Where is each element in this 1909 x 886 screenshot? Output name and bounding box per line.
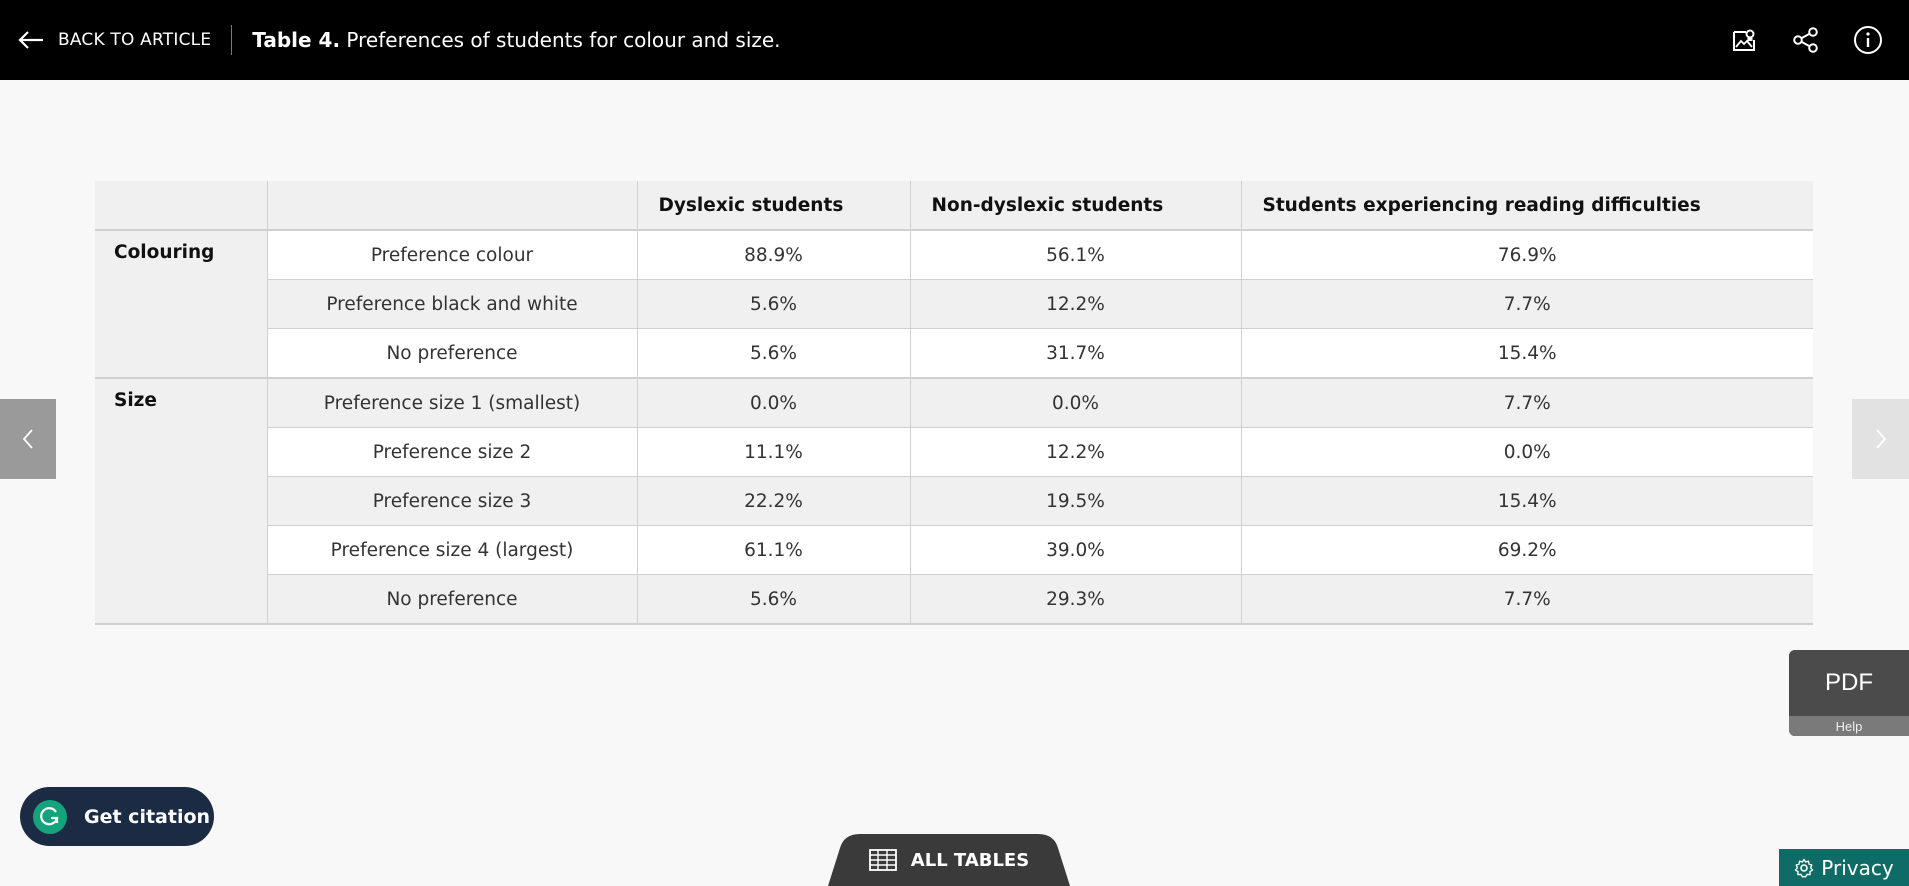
- group-label-size: Size: [95, 378, 267, 625]
- get-citation-label: Get citation: [84, 805, 211, 828]
- back-to-article-label: BACK TO ARTICLE: [58, 30, 212, 50]
- row-label: Preference colour: [266, 230, 637, 280]
- row-label: No preference: [266, 574, 637, 625]
- table-row: Preference size 3 22.2% 19.5% 15.4%: [95, 476, 1813, 526]
- table-cell: 5.6%: [636, 328, 910, 379]
- header-actions: [1713, 0, 1909, 80]
- pdf-label: PDF: [1789, 650, 1909, 716]
- page-title: Table 4. Preferences of students for col…: [252, 28, 780, 52]
- previous-table-button[interactable]: [0, 399, 56, 479]
- table-cell: 11.1%: [636, 427, 910, 477]
- table-grid-icon: [868, 849, 897, 871]
- all-tables-button[interactable]: ALL TABLES: [828, 834, 1070, 886]
- table-row: Preference black and white 5.6% 12.2% 7.…: [95, 279, 1813, 329]
- share-button[interactable]: [1775, 0, 1837, 80]
- table-caption: Preferences of students for colour and s…: [340, 28, 781, 52]
- header-cell: [266, 181, 637, 231]
- table-cell: 76.9%: [1240, 230, 1813, 280]
- table-row: Size Preference size 1 (smallest) 0.0% 0…: [95, 378, 1813, 625]
- group-label-colouring: Colouring: [95, 230, 267, 379]
- top-bar: BACK TO ARTICLE Table 4. Preferences of …: [0, 0, 1909, 80]
- grammarly-icon: [33, 799, 67, 834]
- arrow-left-icon: [18, 31, 43, 49]
- save-image-button[interactable]: [1713, 0, 1775, 80]
- table-cell: 0.0%: [909, 378, 1241, 428]
- privacy-label: Privacy: [1821, 855, 1894, 880]
- table-row: Preference size 4 (largest) 61.1% 39.0% …: [95, 525, 1813, 575]
- chevron-left-icon: [22, 429, 33, 449]
- table-cell: 0.0%: [636, 378, 910, 428]
- table-cell: 69.2%: [1240, 525, 1813, 575]
- table-cell: 5.6%: [636, 574, 910, 625]
- header-cell: Non-dyslexic students: [909, 181, 1241, 231]
- pdf-help-widget[interactable]: PDF Help: [1789, 650, 1909, 736]
- row-label: Preference size 3: [266, 476, 637, 526]
- all-tables-content: ALL TABLES: [828, 834, 1070, 886]
- table-cell: 31.7%: [909, 328, 1241, 379]
- header-divider: [231, 25, 233, 55]
- chevron-right-icon: [1875, 429, 1886, 449]
- table-cell: 12.2%: [909, 427, 1241, 477]
- table-cell: 12.2%: [909, 279, 1241, 329]
- table-cell: 22.2%: [636, 476, 910, 526]
- table-cell: 56.1%: [909, 230, 1241, 280]
- gear-icon: [1795, 858, 1814, 878]
- privacy-button[interactable]: Privacy: [1779, 849, 1909, 886]
- table-cell: 7.7%: [1240, 378, 1813, 428]
- info-icon: [1854, 26, 1882, 54]
- save-image-icon: [1733, 29, 1755, 51]
- table-cell: 88.9%: [636, 230, 910, 280]
- table-cell: 0.0%: [1240, 427, 1813, 477]
- get-citation-button[interactable]: Get citation: [20, 787, 214, 846]
- table-cell: 7.7%: [1240, 574, 1813, 625]
- header-cell: Dyslexic students: [636, 181, 910, 231]
- row-label: No preference: [266, 328, 637, 379]
- table-row: No preference 5.6% 29.3% 7.7%: [95, 574, 1813, 625]
- data-table-container: Dyslexic students Non-dyslexic students …: [95, 181, 1813, 625]
- table-cell: 5.6%: [636, 279, 910, 329]
- share-icon: [1793, 27, 1818, 53]
- table-row: Colouring Preference colour 88.9% 56.1% …: [95, 230, 1813, 379]
- row-label: Preference black and white: [266, 279, 637, 329]
- all-tables-label: ALL TABLES: [910, 849, 1030, 871]
- table-cell: 15.4%: [1240, 476, 1813, 526]
- row-label: Preference size 4 (largest): [266, 525, 637, 575]
- table-cell: 19.5%: [909, 476, 1241, 526]
- table-row: No preference 5.6% 31.7% 15.4%: [95, 328, 1813, 379]
- table-header-row: Dyslexic students Non-dyslexic students …: [95, 181, 1813, 231]
- help-label: Help: [1789, 716, 1909, 736]
- row-label: Preference size 2: [266, 427, 637, 477]
- table-cell: 29.3%: [909, 574, 1241, 625]
- table-row: Preference size 2 11.1% 12.2% 0.0%: [95, 427, 1813, 477]
- table-cell: 15.4%: [1240, 328, 1813, 379]
- header-cell: [95, 181, 267, 231]
- table-cell: 39.0%: [909, 525, 1241, 575]
- table-cell: 7.7%: [1240, 279, 1813, 329]
- row-label: Preference size 1 (smallest): [266, 378, 637, 428]
- info-button[interactable]: [1837, 0, 1899, 80]
- preferences-table: Dyslexic students Non-dyslexic students …: [95, 181, 1813, 625]
- next-table-button[interactable]: [1852, 399, 1909, 479]
- table-cell: 61.1%: [636, 525, 910, 575]
- table-number: Table 4.: [252, 28, 341, 52]
- back-to-article-link[interactable]: BACK TO ARTICLE: [0, 0, 211, 80]
- header-cell: Students experiencing reading difficulti…: [1240, 181, 1813, 231]
